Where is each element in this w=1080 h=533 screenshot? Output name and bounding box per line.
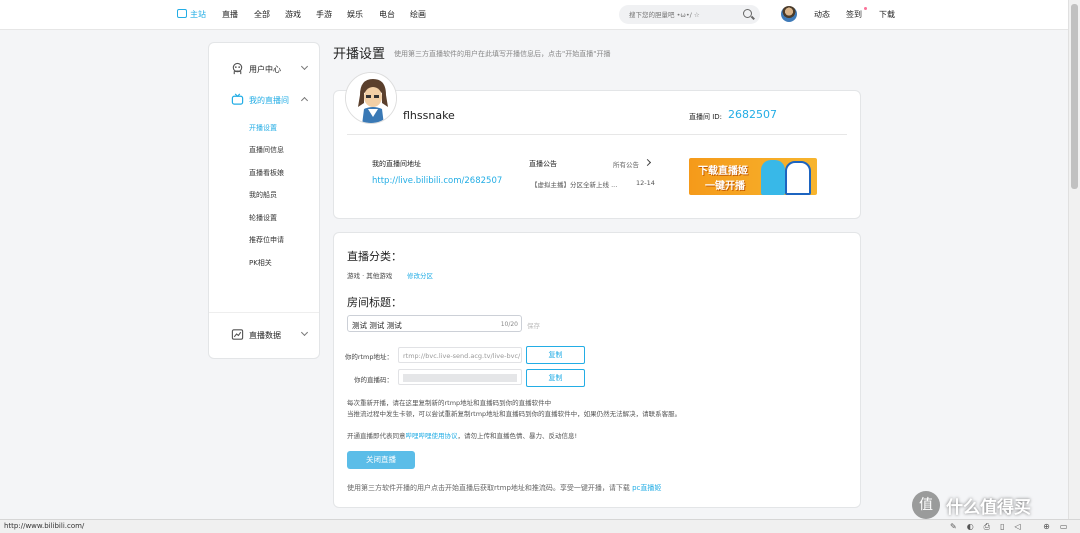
sidebar-user-center[interactable]: 用户中心 — [209, 59, 319, 79]
rtmp-address-field[interactable]: rtmp://bvc.live-send.acg.tv/live-bvc/ — [398, 347, 522, 363]
chevron-down-icon — [300, 328, 309, 337]
banner-character-icon — [761, 160, 785, 195]
sidebar-user-center-label: 用户中心 — [249, 65, 281, 74]
banner-line1: 下载直播姬 — [698, 166, 748, 177]
stream-code-field[interactable] — [398, 369, 522, 385]
stream-code-label: 你的直播码： — [354, 376, 393, 384]
nav-live[interactable]: 直播 — [222, 9, 238, 20]
sidebar-my-room[interactable]: 我的直播间 — [209, 90, 319, 110]
all-notices-link[interactable]: 所有公告 — [613, 159, 639, 169]
sidebar-item-recommend[interactable]: 推荐位申请 — [249, 235, 284, 245]
nav-download[interactable]: 下载 — [879, 9, 895, 20]
room-title-value: 测试 测试 测试 — [352, 321, 402, 330]
avatar-character-icon — [346, 73, 396, 123]
nav-all[interactable]: 全部 — [254, 9, 270, 20]
banner-character-icon — [785, 161, 811, 195]
divider — [347, 134, 847, 135]
close-live-button[interactable]: 关闭直播 — [347, 451, 415, 469]
rtmp-address-value: rtmp://bvc.live-send.acg.tv/live-bvc/ — [403, 352, 521, 360]
watermark-logo: 值 — [912, 491, 940, 519]
username: flhssnake — [403, 109, 455, 122]
sidebar-item-mascot[interactable]: 直播看板娘 — [249, 168, 284, 178]
room-id-label: 直播间 ID: — [689, 113, 723, 121]
sidebar-item-room-info[interactable]: 直播间信息 — [249, 145, 284, 155]
room-address-link[interactable]: http://live.bilibili.com/2682507 — [372, 176, 502, 186]
sidebar-my-room-label: 我的直播间 — [249, 96, 289, 105]
tip-line-2: 当推流过程中发生卡顿，可以尝试重新复制rtmp地址和直播码到你的直播软件中，如果… — [347, 410, 682, 418]
edit-category-link[interactable]: 修改分区 — [407, 270, 433, 280]
page-description: 使用第三方直播软件的用户在此填写开播信息后，点击"开始直播"开播 — [394, 50, 611, 58]
nav-entertainment[interactable]: 娱乐 — [347, 9, 363, 20]
nav-home-label: 主站 — [190, 10, 206, 19]
sidebar-live-data-label: 直播数据 — [249, 331, 281, 340]
room-title-input[interactable]: 测试 测试 测试 10/20 — [347, 315, 522, 332]
sidebar-live-data[interactable]: 直播数据 — [209, 325, 319, 345]
agreement-link[interactable]: 哔哩哔哩使用协议 — [406, 432, 458, 440]
nav-drawing[interactable]: 绘画 — [410, 9, 426, 20]
download-live-app-banner[interactable]: 下载直播姬 一键开播 — [689, 158, 817, 195]
notice-item[interactable]: 【虚拟主播】分区全新上线 ... — [531, 179, 617, 189]
category-value: 游戏 · 其他游戏 — [347, 272, 393, 280]
chevron-up-icon — [300, 96, 309, 105]
nav-dynamic[interactable]: 动态 — [814, 9, 830, 20]
rtmp-label: 你的rtmp地址： — [344, 353, 393, 361]
save-title-button[interactable]: 保存 — [527, 320, 540, 330]
tip-line-1: 每次重新开播，请在这里复制新的rtmp地址和直播码到你的直播软件中 — [347, 399, 552, 407]
avatar[interactable] — [781, 6, 797, 22]
scrollbar[interactable] — [1068, 0, 1080, 533]
room-title-heading: 房间标题： — [347, 296, 402, 309]
title-char-count: 10/20 — [500, 321, 518, 328]
status-bar: http://www.bilibili.com/ ✎◐⎙▯◁ ⊕▭ — [0, 519, 1080, 533]
user-avatar[interactable] — [345, 72, 397, 124]
user-icon — [232, 62, 243, 75]
tv-room-icon — [231, 93, 244, 105]
sidebar-item-crew[interactable]: 我的船员 — [249, 190, 277, 200]
footer-tip-text: 使用第三方软件开播的用户点击开始直播后获取rtmp地址和推流码。享受一键开播，请… — [347, 484, 633, 492]
sidebar-item-carousel[interactable]: 轮播设置 — [249, 213, 277, 223]
agreement-pre: 开通直播即代表同意 — [347, 432, 406, 440]
page-title: 开播设置 — [333, 47, 386, 62]
watermark-text: 什么值得买 — [946, 498, 1031, 518]
search-input[interactable] — [629, 8, 739, 21]
search-bar — [619, 5, 760, 24]
nav-game[interactable]: 游戏 — [285, 9, 301, 20]
category-title: 直播分类： — [347, 250, 402, 263]
chart-icon — [231, 329, 244, 340]
notice-label: 直播公告 — [529, 160, 557, 168]
scroll-thumb[interactable] — [1071, 4, 1078, 189]
notice-date: 12-14 — [636, 179, 655, 187]
stream-code-mask — [403, 374, 517, 382]
nav-mobile-game[interactable]: 手游 — [316, 9, 332, 20]
top-nav: 主站 直播 全部 游戏 手游 娱乐 电台 绘画 动态 签到 下载 — [0, 0, 1068, 30]
room-id-value: 2682507 — [728, 108, 777, 121]
agreement-post: ，请勿上传和直播色情、暴力、反动信息! — [457, 432, 578, 440]
search-icon[interactable] — [743, 9, 752, 18]
copy-rtmp-button[interactable]: 复制 — [526, 346, 585, 364]
pc-live-app-link[interactable]: pc直播姬 — [632, 484, 661, 492]
sidebar-item-stream-settings[interactable]: 开播设置 — [249, 123, 277, 133]
room-address-label: 我的直播间地址 — [372, 160, 421, 168]
nav-signin[interactable]: 签到 — [846, 9, 862, 20]
nav-home[interactable]: 主站 — [178, 9, 206, 20]
chevron-down-icon — [300, 62, 309, 71]
sidebar-item-pk[interactable]: PK相关 — [249, 258, 272, 268]
status-bar-icons[interactable]: ✎◐⎙▯◁ ⊕▭ — [950, 522, 1077, 532]
copy-stream-code-button[interactable]: 复制 — [526, 369, 585, 387]
banner-line2: 一键开播 — [705, 181, 745, 192]
sidebar: 用户中心 我的直播间 开播设置 直播间信息 直播看板娘 我的船员 轮播设置 推荐… — [208, 42, 320, 359]
sidebar-divider — [209, 312, 319, 313]
nav-radio[interactable]: 电台 — [379, 9, 395, 20]
notification-dot — [864, 7, 867, 10]
footer-tip: 使用第三方软件开播的用户点击开始直播后获取rtmp地址和推流码。享受一键开播，请… — [347, 483, 661, 493]
status-url: http://www.bilibili.com/ — [4, 522, 85, 530]
agreement-tip: 开通直播即代表同意哔哩哔哩使用协议，请勿上传和直播色情、暴力、反动信息! — [347, 430, 577, 440]
